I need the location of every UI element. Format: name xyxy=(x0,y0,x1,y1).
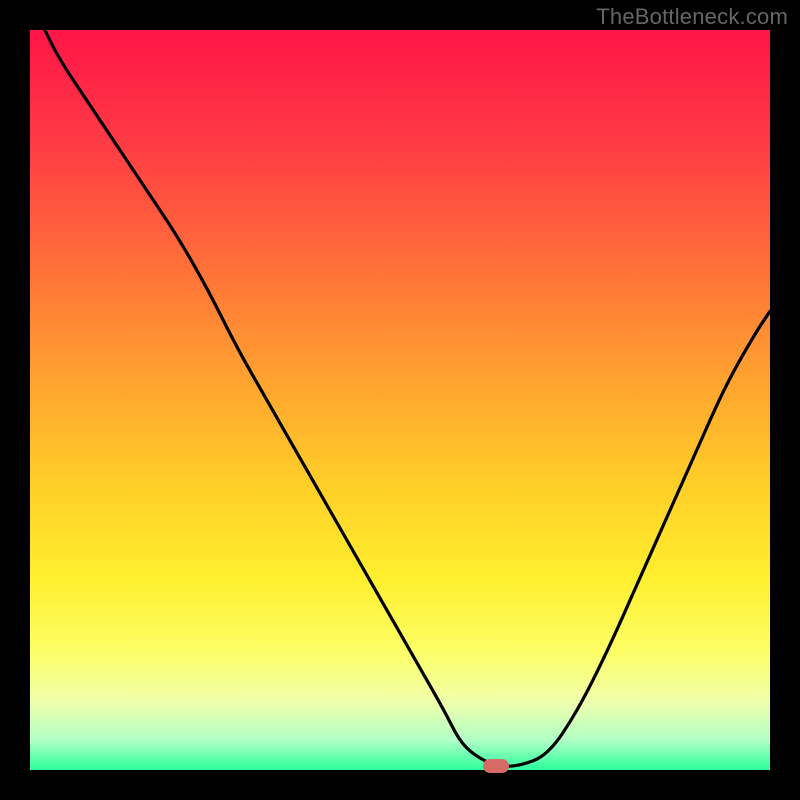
optimum-marker xyxy=(483,759,509,773)
bottleneck-curve xyxy=(30,30,770,770)
chart-container: TheBottleneck.com xyxy=(0,0,800,800)
plot-area xyxy=(30,30,770,770)
watermark-text: TheBottleneck.com xyxy=(596,4,788,30)
